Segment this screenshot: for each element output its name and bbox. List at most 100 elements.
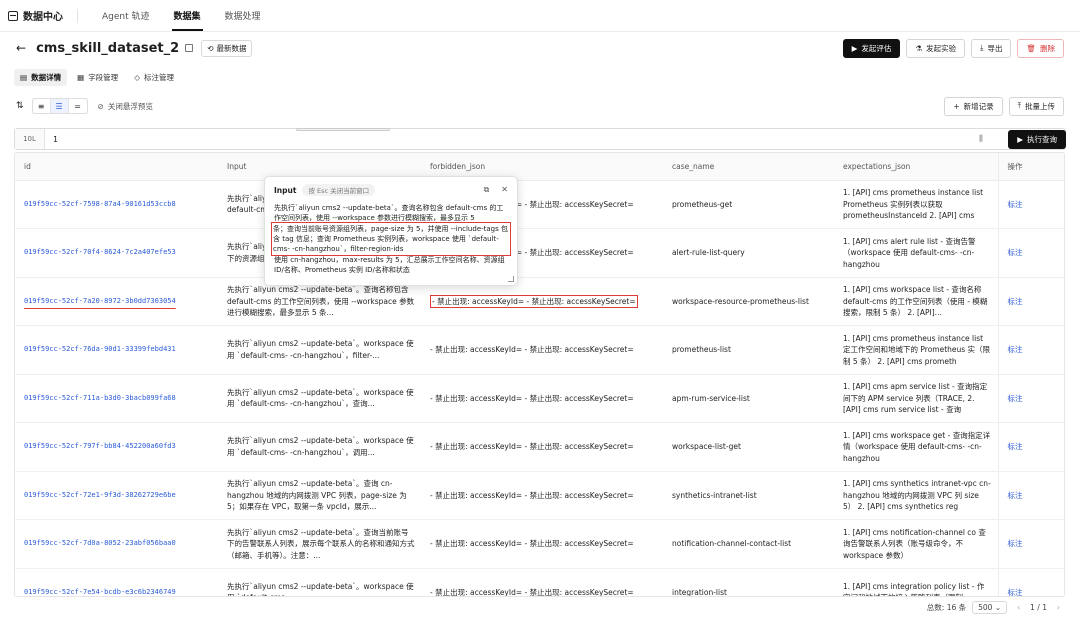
query-bar: 10L 1 ⫼ ▶ 执行查询 — [14, 128, 1066, 150]
annotate-link-cell[interactable]: 标注 — [997, 471, 1064, 520]
row-case-name-cell: apm-rum-service-list — [663, 374, 834, 423]
annotate-link[interactable]: 标注 — [1008, 588, 1023, 597]
density-compact-icon[interactable]: ≡ — [33, 99, 51, 113]
annotate-link[interactable]: 标注 — [1008, 345, 1023, 354]
total-count: 总数: 16 条 — [926, 602, 967, 612]
row-id-cell[interactable]: 019f59cc-52cf-70f4-8624-7c2a407efe53 — [15, 228, 218, 278]
density-loose-icon[interactable]: = — [69, 99, 87, 113]
row-id-cell[interactable]: 019f59cc-52cf-7e54-bcdb-e3c6b2346749 — [15, 568, 218, 596]
annotate-link-cell[interactable]: 标注 — [997, 228, 1064, 278]
annotate-link[interactable]: 标注 — [1008, 200, 1023, 209]
table-row[interactable]: 019f59cc-52cf-7e54-bcdb-e3c6b2346749 先执行`… — [15, 568, 1064, 597]
row-forbidden-cell: - 禁止出现: accessKeyId= - 禁止出现: accessKeySe… — [421, 325, 663, 375]
table-row[interactable]: 019f59cc-52cf-70f4-8624-7c2a407efe53 先执行`… — [15, 228, 1064, 278]
row-id-cell[interactable]: 019f59cc-52cf-7598-87a4-90161d53ccb8 — [15, 180, 218, 229]
annotate-link-cell[interactable]: 标注 — [997, 519, 1064, 569]
filter-icon[interactable]: ⫼ — [971, 134, 991, 144]
annotate-link-cell[interactable]: 标注 — [997, 422, 1064, 472]
table-row[interactable]: 019f59cc-52cf-797f-bb84-452200a60fd3 先执行`… — [15, 422, 1064, 472]
row-expectations-cell: 1. [API] cms workspace get - 查询指定详情（work… — [834, 422, 998, 472]
table-row[interactable]: 019f59cc-52cf-76da-90d1-33399febd431 先执行`… — [15, 325, 1064, 375]
col-header-case-name[interactable]: case_name — [663, 153, 834, 181]
annotate-link[interactable]: 标注 — [1008, 539, 1023, 548]
start-experiment-button[interactable]: ⚗ 发起实验 — [906, 38, 966, 58]
close-icon[interactable]: ✕ — [501, 185, 508, 195]
table-row[interactable]: 019f59cc-52cf-7d0a-8052-23abf056baa0 先执行`… — [15, 519, 1064, 569]
nav-tab-dataset[interactable]: 数据集 — [164, 0, 211, 31]
annotate-link-cell[interactable]: 标注 — [997, 325, 1064, 375]
row-input-cell: 先执行`aliyun cms2 --update-beta`。workspace… — [218, 325, 421, 375]
history-icon: ⟲ — [207, 43, 214, 53]
row-id-cell[interactable]: 019f59cc-52cf-711a-b3d0-3bacb099fa68 — [15, 374, 218, 423]
horizontal-scrollbar[interactable] — [296, 128, 390, 131]
col-header-expectations[interactable]: expectations_json — [834, 153, 998, 181]
annotate-link-cell[interactable]: 标注 — [997, 180, 1064, 229]
bulk-upload-button[interactable]: ⤒ 批量上传 — [1008, 96, 1064, 116]
tab-data-detail[interactable]: ▤ 数据详情 — [14, 68, 68, 86]
row-forbidden-cell: - 禁止出现: accessKeyId= - 禁止出现: accessKeySe… — [421, 471, 663, 520]
table-row[interactable]: 019f59cc-52cf-72e1-9f3d-38262729e6be 先执行`… — [15, 471, 1064, 520]
nav-tab-processing[interactable]: 数据处理 — [215, 0, 271, 31]
table-row[interactable]: 019f59cc-52cf-7a20-8972-3b0dd7303054 先执行`… — [15, 277, 1064, 326]
page-size-select[interactable]: 500 ⌄ — [972, 600, 1008, 614]
export-button[interactable]: ⤓ 导出 — [971, 38, 1012, 58]
row-input: 先执行`aliyun cms2 --update-beta`。查询 cn-han… — [227, 479, 407, 511]
flask-icon: ⚗ — [915, 43, 923, 53]
tab-annotation-management[interactable]: ◇ 标注管理 — [128, 69, 180, 86]
start-evaluation-button[interactable]: ▶ 发起评估 — [842, 38, 901, 58]
row-expectations: 1. [API] cms notification-channel co 查询告… — [843, 527, 986, 560]
density-medium-icon[interactable]: ☰ — [50, 99, 69, 113]
row-expectations-cell: 1. [API] cms notification-channel co 查询告… — [834, 519, 998, 569]
back-arrow-icon[interactable]: ← — [16, 41, 26, 55]
row-forbidden-cell: - 禁止出现: accessKeyId= - 禁止出现: accessKeySe… — [421, 422, 663, 472]
annotate-link[interactable]: 标注 — [1008, 248, 1023, 257]
col-header-id[interactable]: id — [15, 153, 218, 181]
row-id-cell[interactable]: 019f59cc-52cf-72e1-9f3d-38262729e6be — [15, 471, 218, 520]
row-case-name: workspace-resource-prometheus-list — [672, 296, 809, 306]
app-name: 数据中心 — [23, 12, 63, 23]
nav-tab-agent[interactable]: Agent 轨迹 — [92, 0, 160, 31]
popup-text-top: 先执行`aliyun cms2 --update-beta`。查询名称包含 de… — [274, 204, 504, 222]
prev-page-icon[interactable]: ‹ — [1013, 603, 1024, 612]
next-page-icon[interactable]: › — [1053, 603, 1064, 612]
resize-handle[interactable] — [508, 276, 514, 282]
sort-icon[interactable]: ⇅ — [16, 101, 24, 111]
row-id-cell[interactable]: 019f59cc-52cf-7d0a-8052-23abf056baa0 — [15, 519, 218, 569]
annotate-link[interactable]: 标注 — [1008, 491, 1023, 500]
tab-label: 标注管理 — [143, 72, 174, 82]
table-row[interactable]: 019f59cc-52cf-7598-87a4-90161d53ccb8 先执行`… — [15, 180, 1064, 229]
annotate-link-cell[interactable]: 标注 — [997, 277, 1064, 326]
query-input[interactable]: 1 — [45, 135, 971, 144]
row-expectations: 1. [API] cms alert rule list - 查询告警（work… — [843, 236, 976, 269]
run-query-button[interactable]: ▶ 执行查询 — [1008, 130, 1066, 149]
chevron-down-icon: ⌄ — [994, 602, 1002, 612]
tab-field-management[interactable]: ▦ 字段管理 — [71, 69, 124, 86]
annotate-link-cell[interactable]: 标注 — [997, 374, 1064, 423]
copy-icon[interactable] — [185, 44, 194, 52]
annotate-link-cell[interactable]: 标注 — [997, 568, 1064, 597]
annotate-link[interactable]: 标注 — [1008, 297, 1023, 306]
row-id-cell[interactable]: 019f59cc-52cf-797f-bb84-452200a60fd3 — [15, 422, 218, 472]
brand[interactable]: 数据中心 — [8, 8, 78, 23]
page-size-value: 500 — [978, 602, 993, 612]
row-id-cell[interactable]: 019f59cc-52cf-7a20-8972-3b0dd7303054 — [15, 277, 218, 326]
copy-icon[interactable]: ⧉ — [484, 185, 490, 195]
row-expectations: 1. [API] cms prometheus instance list Pr… — [843, 188, 984, 220]
limit-select[interactable]: 10L — [15, 129, 45, 149]
row-case-name: notification-channel-contact-list — [672, 539, 792, 548]
row-input-cell: 先执行`aliyun cms2 --update-beta`。workspace… — [218, 568, 421, 596]
row-input-cell: 先执行`aliyun cms2 --update-beta`。查询当前账号下的告… — [218, 519, 421, 569]
table-row[interactable]: 019f59cc-52cf-711a-b3d0-3bacb099fa68 先执行`… — [15, 374, 1064, 423]
eye-off-icon: ⊘ — [97, 101, 104, 111]
latest-data-button[interactable]: ⟲ 最新数据 — [201, 39, 253, 57]
annotate-link[interactable]: 标注 — [1008, 442, 1023, 451]
row-input: 先执行`aliyun cms2 --update-beta`。查询名称包含 de… — [227, 285, 415, 317]
add-record-button[interactable]: + 新增记录 — [944, 96, 1003, 116]
run-query-label: 执行查询 — [1027, 135, 1057, 144]
annotate-link[interactable]: 标注 — [1008, 394, 1023, 403]
row-input: 先执行`aliyun cms2 --update-beta`。workspace… — [227, 436, 414, 457]
hide-hover-preview-toggle[interactable]: ⊘ 关闭悬浮预览 — [98, 101, 153, 112]
row-id-cell[interactable]: 019f59cc-52cf-76da-90d1-33399febd431 — [15, 325, 218, 375]
row-case-name: integration-list — [672, 587, 727, 597]
delete-button[interactable]: 🗑 删除 — [1017, 38, 1064, 58]
